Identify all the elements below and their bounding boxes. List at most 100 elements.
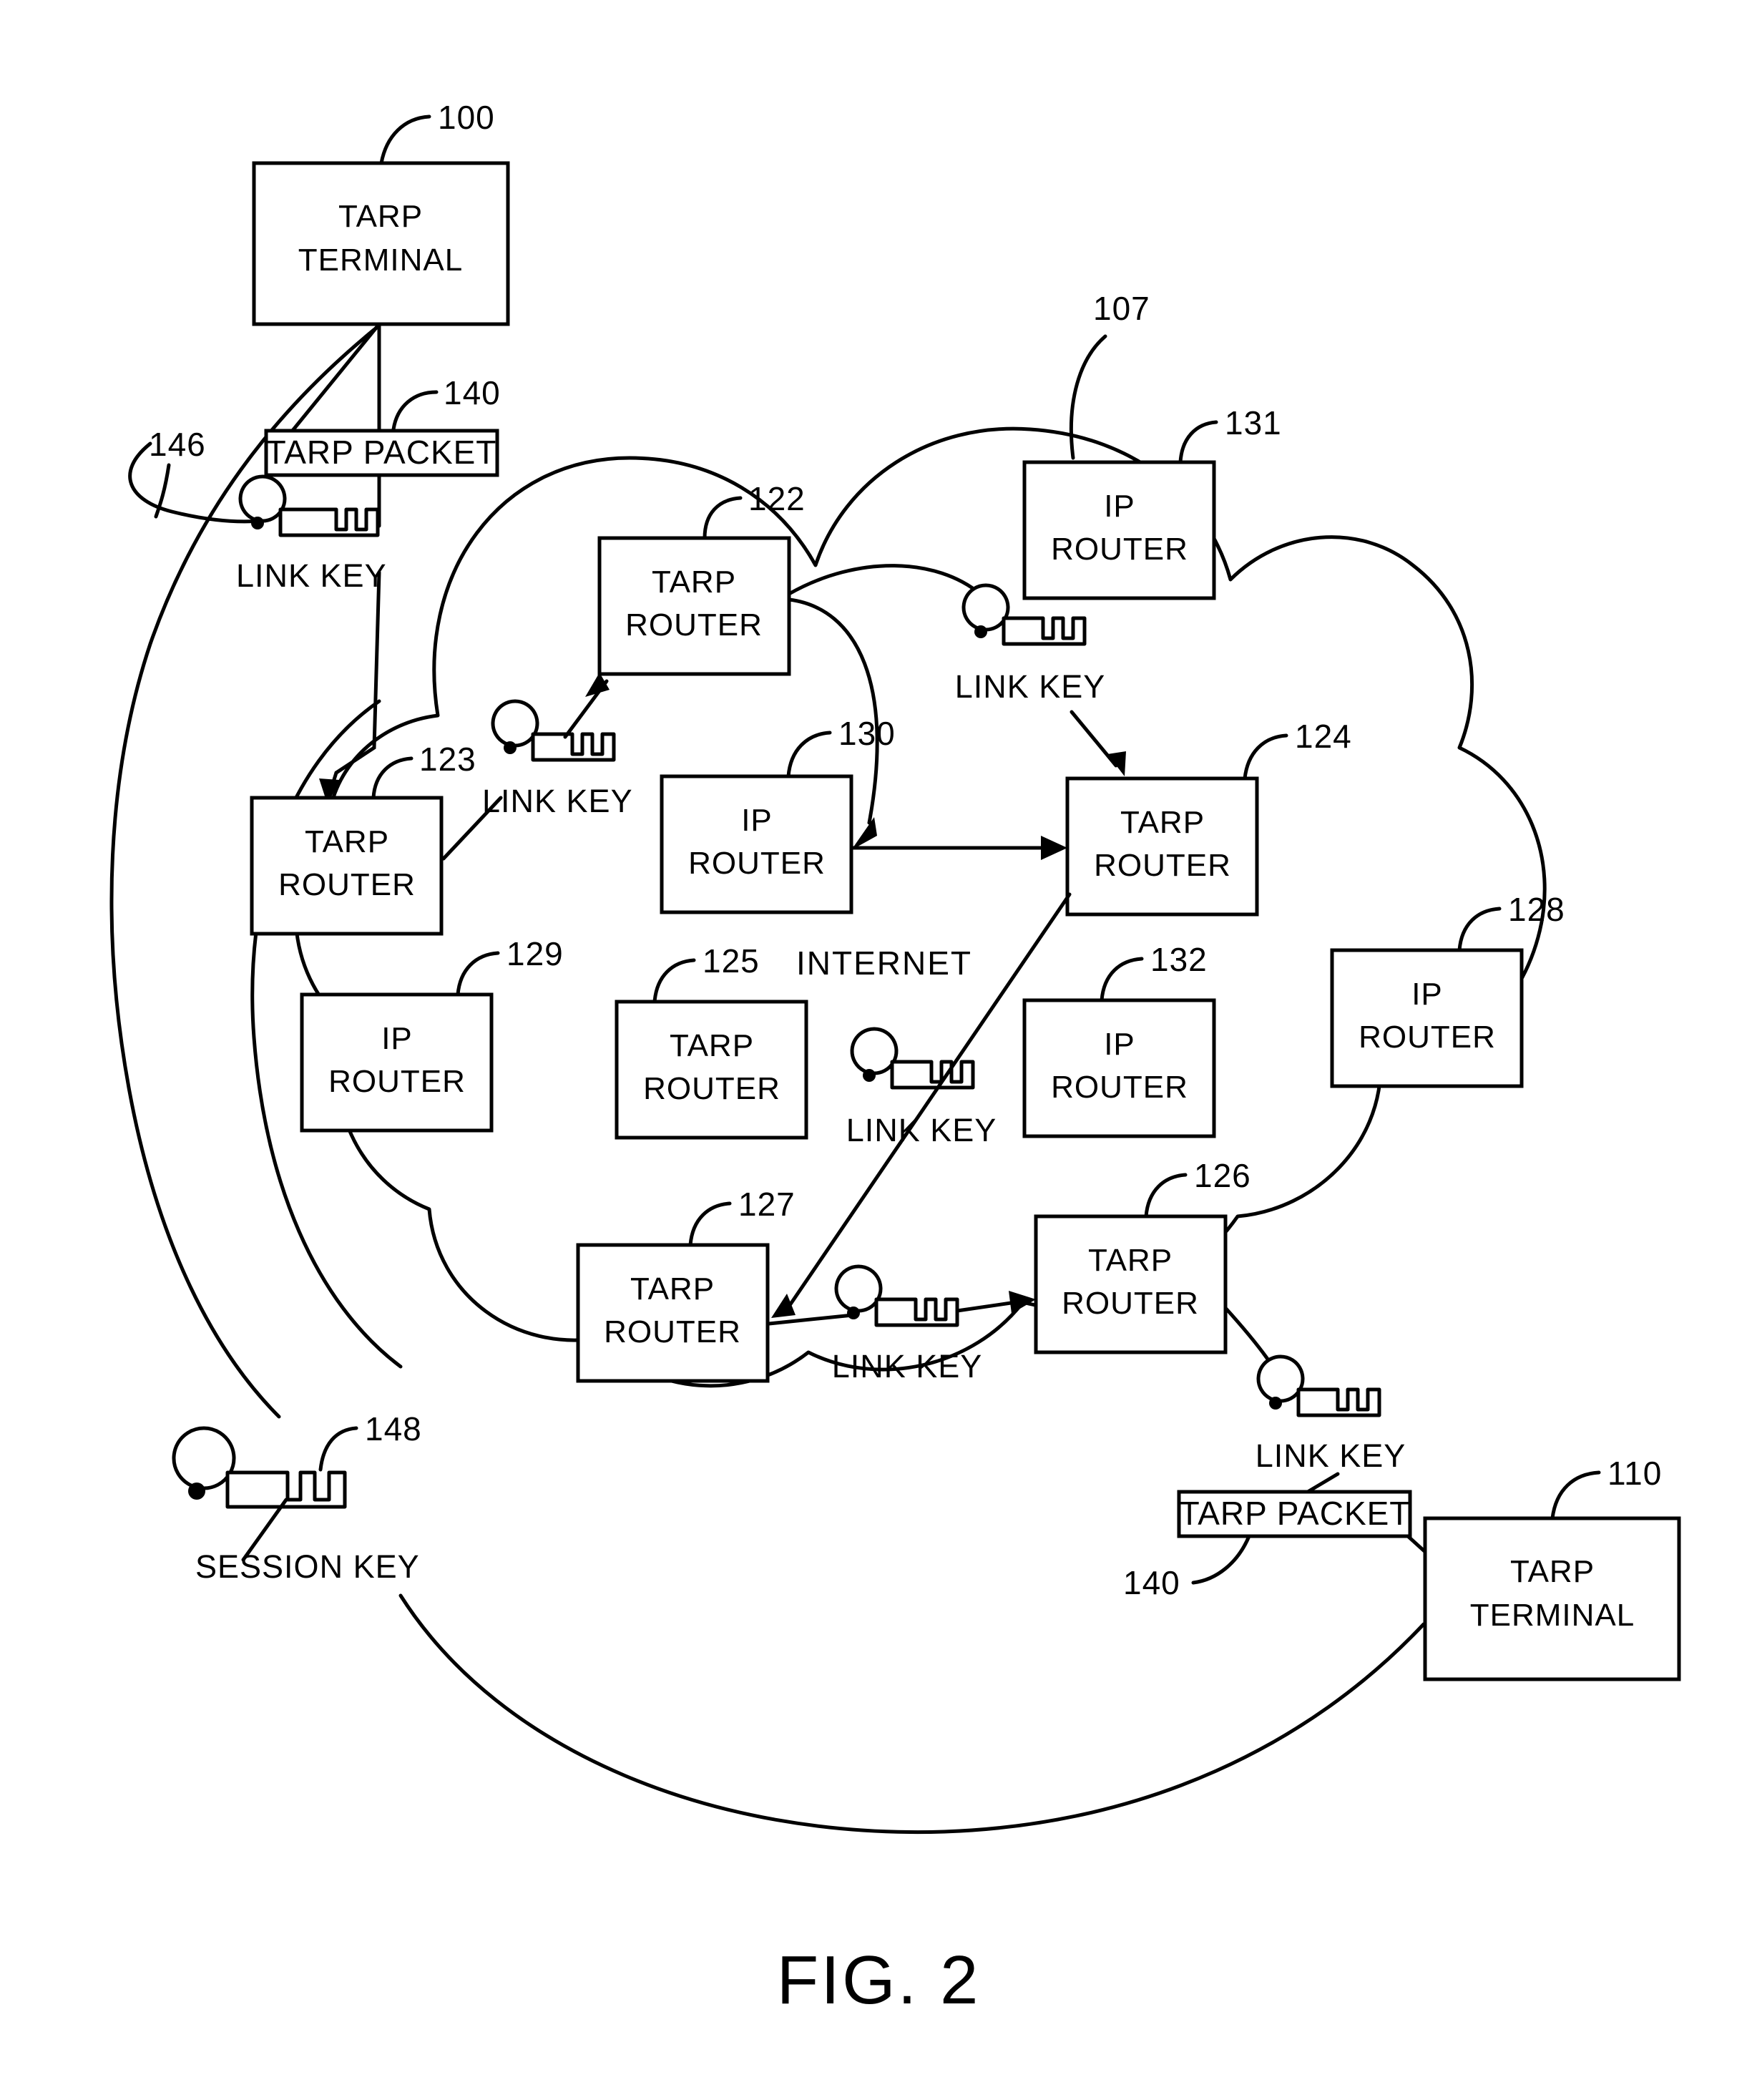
tarp-router-123-line2: ROUTER xyxy=(278,867,416,902)
ip-router-129-line1: IP xyxy=(381,1021,413,1056)
link-key-124-label: LINK KEY xyxy=(955,668,1106,705)
ip-router-131-box[interactable] xyxy=(1022,460,1216,600)
ip-router-128-box[interactable] xyxy=(1330,948,1524,1088)
router-122-to-linkkey-124 xyxy=(787,564,982,596)
ip-router-129-line2: ROUTER xyxy=(328,1064,466,1099)
ref-148-leader xyxy=(318,1426,358,1472)
ref-130-label: 130 xyxy=(838,715,896,752)
ref-132-label: 132 xyxy=(1150,941,1208,978)
tarp-router-126-line1: TARP xyxy=(1088,1243,1173,1278)
ref-126-label: 126 xyxy=(1194,1157,1251,1194)
session-key-148-label: SESSION KEY xyxy=(195,1548,420,1585)
ip-router-128-line2: ROUTER xyxy=(1359,1020,1496,1055)
internet-cloud-outline xyxy=(293,426,1547,1388)
link-key-mid-label: LINK KEY xyxy=(846,1112,997,1148)
ref-126-leader xyxy=(1144,1173,1188,1219)
ref-100-leader xyxy=(379,114,431,165)
tarp-router-127-line1: TARP xyxy=(630,1271,715,1307)
ref-129-label: 129 xyxy=(506,935,564,972)
tarp-router-123-line1: TARP xyxy=(305,824,389,859)
tarp-router-124-line1: TARP xyxy=(1120,805,1205,840)
ref-110-label: 110 xyxy=(1607,1455,1662,1492)
ref-125-leader xyxy=(652,958,696,1004)
ip-router-132-line1: IP xyxy=(1104,1027,1135,1062)
figure-canvas: TARP TERMINAL 100 TARP PACKET 140 146 LI… xyxy=(109,99,1681,2018)
ref-100-label: 100 xyxy=(438,99,495,136)
link-key-146-label: LINK KEY xyxy=(236,557,387,594)
arrowhead-router-122 xyxy=(585,673,610,697)
arrowhead-124-key xyxy=(1107,751,1126,776)
tarp-router-126-box[interactable] xyxy=(1034,1214,1228,1354)
arrowhead-124-in xyxy=(1041,836,1067,860)
ref-124-label: 124 xyxy=(1295,718,1352,755)
ip-router-132-box[interactable] xyxy=(1022,998,1216,1138)
key-to-router-123 xyxy=(334,570,381,775)
link-key-126-icon xyxy=(834,1264,959,1327)
tarp-router-125-line1: TARP xyxy=(670,1028,754,1063)
ref-122-label: 122 xyxy=(748,480,806,517)
ip-router-131-line1: IP xyxy=(1104,489,1135,524)
ref-129-leader xyxy=(456,951,500,997)
ip-router-132-line2: ROUTER xyxy=(1051,1070,1188,1105)
ip-router-128-line1: IP xyxy=(1411,977,1443,1012)
ref-123-leader xyxy=(371,756,413,800)
ref-122-leader xyxy=(703,496,743,540)
ref-146-label: 146 xyxy=(149,426,206,463)
ref-140-top-leader xyxy=(391,390,439,431)
ref-148-label: 148 xyxy=(365,1410,422,1447)
ref-131-leader xyxy=(1178,420,1218,464)
ip-router-130-line1: IP xyxy=(741,803,773,838)
packet-bottom-label: TARP PACKET xyxy=(1180,1495,1411,1532)
tarp-router-122-line2: ROUTER xyxy=(625,607,763,643)
ref-125-label: 125 xyxy=(703,942,760,980)
ref-124-leader xyxy=(1243,733,1288,781)
router-123-to-key-label xyxy=(441,796,503,861)
packet-top-label: TARP PACKET xyxy=(266,434,497,471)
ref-107-label: 107 xyxy=(1093,290,1150,327)
tarp-router-125-box[interactable] xyxy=(615,1000,808,1140)
link-key-123-label: LINK KEY xyxy=(482,783,633,819)
ip-router-130-line2: ROUTER xyxy=(688,846,826,881)
terminal-110-line1: TARP xyxy=(1510,1554,1595,1589)
tarp-router-123-box[interactable] xyxy=(250,796,444,936)
link-key-110-icon xyxy=(1256,1354,1381,1417)
tarp-router-122-box[interactable] xyxy=(597,536,791,676)
internet-label: INTERNET xyxy=(796,944,972,982)
session-key-path-bottom xyxy=(398,1593,1426,1835)
ref-128-leader xyxy=(1457,907,1502,952)
link-key-110-label: LINK KEY xyxy=(1256,1437,1406,1474)
ref-127-label: 127 xyxy=(738,1186,796,1223)
tarp-router-124-line2: ROUTER xyxy=(1094,848,1231,883)
arrowhead-127-in xyxy=(771,1294,796,1318)
ref-140-bottom-label: 140 xyxy=(1123,1564,1180,1601)
tarp-router-127-box[interactable] xyxy=(576,1243,770,1383)
link-key-mid-icon xyxy=(850,1027,975,1090)
linkkey-110-to-packet xyxy=(1306,1472,1340,1494)
patent-figure: TARP TERMINAL 100 TARP PACKET 140 146 LI… xyxy=(0,0,1757,2100)
key-124-to-router-124 xyxy=(1070,710,1118,768)
tarp-router-124-box[interactable] xyxy=(1065,776,1259,917)
ip-router-130-box[interactable] xyxy=(660,774,853,914)
ref-131-label: 131 xyxy=(1225,404,1282,441)
link-key-126-label: LINK KEY xyxy=(832,1348,983,1384)
ref-123-label: 123 xyxy=(419,741,476,778)
ref-140-bottom-leader xyxy=(1191,1534,1251,1585)
terminal-110-line2: TERMINAL xyxy=(1470,1598,1635,1633)
figure-caption: FIG. 2 xyxy=(777,1942,981,2018)
tarp-router-126-line2: ROUTER xyxy=(1062,1286,1199,1321)
link-key-146-icon xyxy=(238,474,380,537)
ip-router-131-line2: ROUTER xyxy=(1051,532,1188,567)
key-126-to-router-126b xyxy=(955,1300,1018,1313)
ref-132-leader xyxy=(1100,957,1144,1002)
tarp-router-125-line2: ROUTER xyxy=(643,1071,780,1106)
ref-140-top-label: 140 xyxy=(444,374,501,411)
terminal-100-line1: TARP xyxy=(338,199,423,234)
ref-130-leader xyxy=(786,731,832,778)
arrowhead-126-in xyxy=(1009,1291,1036,1314)
ip-router-129-box[interactable] xyxy=(300,992,494,1133)
ref-110-leader xyxy=(1550,1470,1601,1520)
terminal-100-line2: TERMINAL xyxy=(298,243,463,278)
tarp-router-122-line1: TARP xyxy=(652,565,736,600)
ref-127-leader xyxy=(688,1201,732,1247)
link-key-123-icon xyxy=(491,699,616,762)
